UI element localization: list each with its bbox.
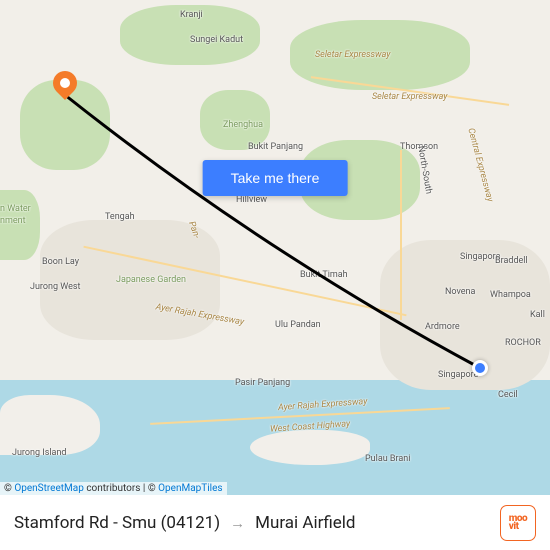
road-line xyxy=(400,150,402,320)
map-label: n Water xyxy=(0,204,31,214)
route-from-label: Stamford Rd - Smu (04121) xyxy=(14,513,220,533)
moovit-logo[interactable]: moovit xyxy=(500,505,536,541)
map-label: Pulau Brani xyxy=(365,454,410,464)
attr-prefix: © xyxy=(4,483,14,494)
map-label: Jurong West xyxy=(30,282,81,292)
map-label: Tengah xyxy=(105,212,135,222)
map-label: Hillview xyxy=(236,195,267,205)
map-label: Japanese Garden xyxy=(116,275,186,285)
map-label: Zhenghua xyxy=(223,120,263,130)
map-label: Seletar Expressway xyxy=(315,50,390,60)
arrow-right-icon: → xyxy=(230,514,245,532)
take-me-there-button[interactable]: Take me there xyxy=(203,160,348,196)
map-label: nment xyxy=(0,216,26,226)
map-label: Boon Lay xyxy=(42,257,79,267)
pin-dot xyxy=(58,76,72,90)
land-jurong xyxy=(0,395,100,455)
map-label: Pasir Panjang xyxy=(235,378,290,388)
openmaptiles-link[interactable]: OpenMapTiles xyxy=(158,483,222,494)
map-label: Sungei Kadut xyxy=(190,35,243,45)
route-summary-footer: Stamford Rd - Smu (04121) → Murai Airfie… xyxy=(0,495,550,550)
map-label: Jurong Island xyxy=(12,448,67,458)
map-label: Bukit Panjang xyxy=(248,142,303,152)
map-label: Ardmore xyxy=(425,322,460,332)
attr-mid: contributors | © xyxy=(84,483,158,494)
map-label: Kranji xyxy=(180,10,203,20)
pin-icon xyxy=(48,66,82,100)
map-label: ROCHOR xyxy=(505,338,541,348)
map-label: Ulu Pandan xyxy=(275,320,321,330)
land-island xyxy=(250,430,370,465)
map-label: Bukit Timah xyxy=(300,270,348,280)
route-to-label: Murai Airfield xyxy=(255,513,355,533)
origin-pin[interactable] xyxy=(472,360,488,376)
osm-link[interactable]: OpenStreetMap xyxy=(14,483,84,494)
map-label: Cecil xyxy=(498,390,518,400)
map-attribution: © OpenStreetMap contributors | © OpenMap… xyxy=(0,482,227,495)
map-label: Novena xyxy=(445,287,475,297)
moovit-logo-text: moovit xyxy=(509,515,527,531)
map-label: Ayer Rajah Expressway xyxy=(278,397,368,413)
map-viewport[interactable]: Kranji Sungei Kadut Seletar Expressway Sele… xyxy=(0,0,550,495)
map-label: Whampoa xyxy=(490,290,531,300)
destination-pin[interactable] xyxy=(53,71,77,95)
map-label: Seletar Expressway xyxy=(372,92,447,102)
map-label: Kall xyxy=(530,310,545,320)
map-label: Braddell xyxy=(495,256,528,266)
